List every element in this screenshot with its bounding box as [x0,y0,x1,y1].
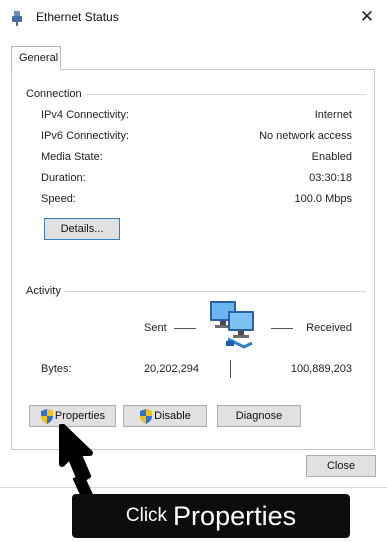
diagnose-button[interactable]: Diagnose [217,405,301,427]
connection-divider [74,94,366,95]
network-computers-icon [210,301,254,349]
close-window-button[interactable]: ✕ [356,6,378,28]
connection-group-label: Connection [26,88,86,100]
pointer-arrow-icon [59,424,94,498]
activity-divider [64,291,366,292]
media-state-label: Media State: [41,151,103,163]
bytes-received-value: 100,889,203 [290,363,352,375]
ipv4-connectivity-value: Internet [314,109,352,121]
ethernet-status-window: Ethernet Status ✕ General Connection IPv… [0,0,387,488]
annotation-callout: Click Properties [72,494,350,538]
disable-button[interactable]: Disable [123,405,207,427]
properties-button-label: Properties [54,410,106,422]
duration-value: 03:30:18 [309,172,352,184]
title-bar: Ethernet Status ✕ [0,0,387,34]
ipv6-connectivity-value: No network access [259,130,352,142]
ethernet-cable-icon [12,11,22,26]
sent-line [174,328,196,329]
close-button[interactable]: Close [306,455,376,477]
window-title: Ethernet Status [36,10,119,24]
disable-button-label: Disable [154,410,191,422]
activity-group-label: Activity [26,285,65,297]
bytes-label: Bytes: [41,363,72,375]
tab-general[interactable]: General [11,46,61,70]
tab-general-label: General [19,52,59,64]
received-label: Received [306,322,352,334]
sent-label: Sent [144,322,167,334]
general-panel: Connection IPv4 Connectivity: Internet I… [11,69,375,450]
callout-click-text: Click [125,505,168,526]
speed-value: 100.0 Mbps [294,193,352,205]
bytes-separator [230,360,231,378]
details-button[interactable]: Details... [44,218,120,240]
received-line [271,328,293,329]
uac-shield-icon [140,408,153,424]
callout-properties-text: Properties [173,500,297,531]
speed-label: Speed: [41,193,76,205]
ipv4-connectivity-label: IPv4 Connectivity: [41,109,130,121]
uac-shield-icon [40,408,53,424]
ipv6-connectivity-label: IPv6 Connectivity: [41,130,130,142]
bytes-sent-value: 20,202,294 [143,363,199,375]
duration-label: Duration: [41,172,86,184]
media-state-value: Enabled [311,151,352,163]
